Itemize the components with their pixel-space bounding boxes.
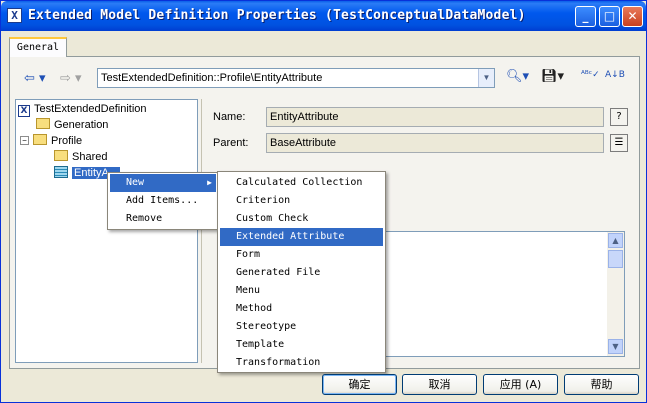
submenu-arrow-icon: ▶: [207, 178, 212, 187]
cancel-button[interactable]: 取消: [402, 374, 477, 395]
minimize-button[interactable]: _: [575, 6, 596, 27]
submenu-item-criterion[interactable]: Criterion: [220, 192, 383, 210]
object-path-value: TestExtendedDefinition::Profile\EntityAt…: [101, 72, 323, 84]
chevron-down-icon[interactable]: ▼: [478, 69, 494, 87]
submenu-item-template[interactable]: Template: [220, 336, 383, 354]
tree-item-label: TestExtendedDefinition: [34, 103, 147, 115]
submenu-item-method[interactable]: Method: [220, 300, 383, 318]
name-field[interactable]: EntityAttribute: [266, 107, 604, 127]
tree-item-shared[interactable]: Shared: [54, 149, 107, 165]
maximize-button[interactable]: □: [599, 6, 620, 27]
tree-item-profile[interactable]: − Profile: [20, 133, 82, 149]
extended-model-icon: X: [18, 105, 30, 117]
vertical-scrollbar[interactable]: ▲ ▼: [607, 232, 624, 356]
sort-icon[interactable]: A↓B: [605, 70, 625, 80]
menu-item-label: Remove: [126, 213, 163, 224]
parent-field[interactable]: BaseAttribute: [266, 133, 604, 153]
menu-item-label: Add Items...: [126, 195, 199, 206]
scroll-up-icon[interactable]: ▲: [608, 233, 623, 248]
back-arrow-icon[interactable]: ⇦ ▾: [24, 71, 46, 86]
scroll-thumb[interactable]: [608, 250, 623, 268]
app-icon: X: [7, 8, 22, 23]
tab-general[interactable]: General: [9, 37, 67, 57]
ok-button[interactable]: 确定: [322, 374, 397, 395]
tree-item-label: Generation: [54, 119, 109, 131]
submenu-item-generated-file[interactable]: Generated File: [220, 264, 383, 282]
menu-item-remove[interactable]: Remove: [110, 210, 216, 228]
folder-icon: [36, 118, 50, 129]
tree-item-root[interactable]: X TestExtendedDefinition: [18, 101, 147, 117]
tree-item-label: Profile: [51, 135, 83, 147]
forward-arrow-icon: ⇨ ▾: [60, 71, 82, 86]
help-button[interactable]: ?: [610, 108, 628, 126]
object-path-combo[interactable]: TestExtendedDefinition::Profile\EntityAt…: [97, 68, 495, 88]
tree-item-label: Shared: [72, 151, 108, 163]
tree-item-generation[interactable]: Generation: [36, 117, 108, 133]
folder-icon: [54, 150, 68, 161]
find-icon[interactable]: 🔍︎▾: [506, 69, 529, 84]
spell-check-icon[interactable]: ᴬᴮᶜ✓: [581, 70, 600, 80]
new-submenu: Calculated Collection Criterion Custom C…: [217, 171, 386, 373]
name-label: Name:: [213, 111, 246, 123]
collapse-icon[interactable]: −: [20, 136, 29, 145]
folder-icon: [33, 134, 47, 145]
parent-label: Parent:: [213, 137, 249, 149]
close-button[interactable]: ✕: [622, 6, 643, 27]
submenu-item-form[interactable]: Form: [220, 246, 383, 264]
definition-tree[interactable]: X TestExtendedDefinition Generation − Prof…: [15, 99, 198, 363]
menu-item-label: New: [126, 177, 145, 188]
submenu-item-menu[interactable]: Menu: [220, 282, 383, 300]
apply-button[interactable]: 应用 (A): [483, 374, 558, 395]
parent-properties-button[interactable]: ☰: [610, 134, 628, 152]
entity-attribute-icon: [54, 166, 68, 178]
submenu-item-extended-attribute[interactable]: Extended Attribute: [220, 228, 383, 246]
submenu-item-stereotype[interactable]: Stereotype: [220, 318, 383, 336]
submenu-item-custom-check[interactable]: Custom Check: [220, 210, 383, 228]
menu-item-new[interactable]: New ▶: [110, 174, 216, 192]
properties-dialog: X Extended Model Definition Properties (…: [0, 0, 647, 403]
help-dialog-button[interactable]: 帮助: [564, 374, 639, 395]
save-icon[interactable]: 💾︎▾: [541, 69, 564, 84]
title-bar[interactable]: X Extended Model Definition Properties (…: [1, 1, 646, 31]
window-title: Extended Model Definition Properties (Te…: [28, 8, 526, 23]
menu-item-add-items[interactable]: Add Items...: [110, 192, 216, 210]
scroll-down-icon[interactable]: ▼: [608, 339, 623, 354]
submenu-item-transformation[interactable]: Transformation: [220, 354, 383, 372]
submenu-item-calculated-collection[interactable]: Calculated Collection: [220, 174, 383, 192]
context-menu: New ▶ Add Items... Remove: [107, 172, 219, 230]
